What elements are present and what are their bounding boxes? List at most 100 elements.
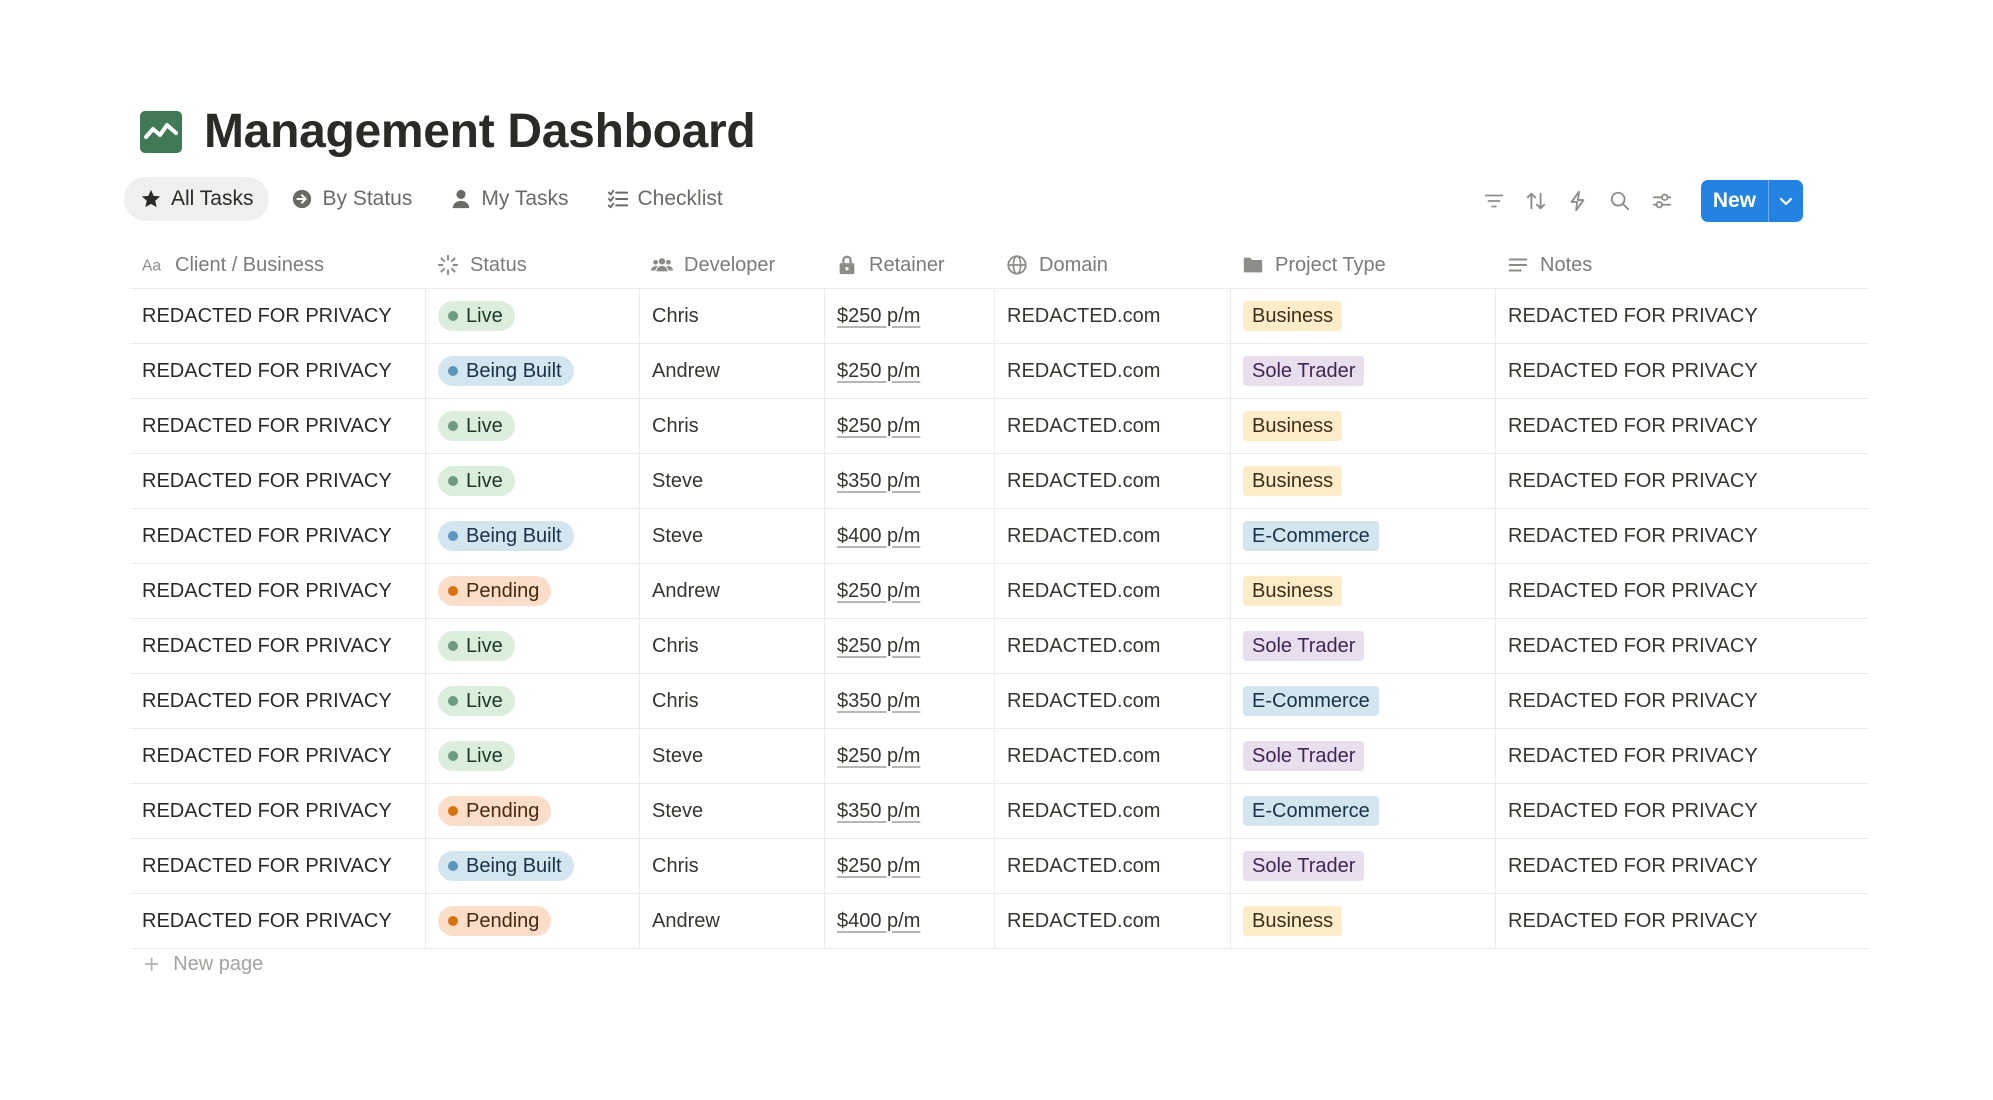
cell-client[interactable]: REDACTED FOR PRIVACY [130, 564, 425, 618]
cell-client[interactable]: REDACTED FOR PRIVACY [130, 674, 425, 728]
cell-developer[interactable]: Chris [639, 399, 824, 453]
cell-status[interactable]: Being Built [425, 509, 639, 563]
table-row[interactable]: REDACTED FOR PRIVACY Being Built Chris $250… [130, 839, 1868, 894]
table-row[interactable]: REDACTED FOR PRIVACY Live Chris $250 p/m RED… [130, 399, 1868, 454]
cell-client[interactable]: REDACTED FOR PRIVACY [130, 289, 425, 343]
cell-domain[interactable]: REDACTED.com [994, 674, 1230, 728]
cell-status[interactable]: Live [425, 619, 639, 673]
cell-notes[interactable]: REDACTED FOR PRIVACY [1495, 564, 1868, 618]
table-row[interactable]: REDACTED FOR PRIVACY Live Chris $250 p/m RED… [130, 619, 1868, 674]
cell-retainer[interactable]: $250 p/m [824, 399, 994, 453]
table-row[interactable]: REDACTED FOR PRIVACY Pending Andrew $250 p/… [130, 564, 1868, 619]
new-page-button[interactable]: + New page [144, 951, 263, 977]
cell-developer[interactable]: Steve [639, 454, 824, 508]
tab-my-tasks[interactable]: My Tasks [434, 177, 584, 221]
cell-project-type[interactable]: Business [1230, 289, 1495, 343]
cell-project-type[interactable]: E-Commerce [1230, 674, 1495, 728]
cell-status[interactable]: Pending [425, 784, 639, 838]
cell-domain[interactable]: REDACTED.com [994, 289, 1230, 343]
cell-developer[interactable]: Andrew [639, 894, 824, 948]
cell-status[interactable]: Pending [425, 564, 639, 618]
cell-domain[interactable]: REDACTED.com [994, 619, 1230, 673]
cell-developer[interactable]: Chris [639, 619, 824, 673]
sort-button[interactable] [1521, 186, 1551, 216]
cell-project-type[interactable]: E-Commerce [1230, 509, 1495, 563]
cell-notes[interactable]: REDACTED FOR PRIVACY [1495, 509, 1868, 563]
cell-retainer[interactable]: $350 p/m [824, 784, 994, 838]
cell-domain[interactable]: REDACTED.com [994, 564, 1230, 618]
view-settings-button[interactable] [1647, 186, 1677, 216]
column-header-notes[interactable]: Notes [1495, 242, 1868, 288]
new-dropdown-button[interactable] [1768, 180, 1803, 222]
cell-domain[interactable]: REDACTED.com [994, 839, 1230, 893]
table-row[interactable]: REDACTED FOR PRIVACY Being Built Andrew $25… [130, 344, 1868, 399]
table-row[interactable]: REDACTED FOR PRIVACY Being Built Steve $400… [130, 509, 1868, 564]
cell-project-type[interactable]: Sole Trader [1230, 839, 1495, 893]
cell-developer[interactable]: Steve [639, 509, 824, 563]
cell-developer[interactable]: Steve [639, 784, 824, 838]
cell-notes[interactable]: REDACTED FOR PRIVACY [1495, 839, 1868, 893]
cell-notes[interactable]: REDACTED FOR PRIVACY [1495, 784, 1868, 838]
cell-domain[interactable]: REDACTED.com [994, 729, 1230, 783]
column-header-developer[interactable]: Developer [639, 242, 824, 288]
cell-status[interactable]: Live [425, 729, 639, 783]
cell-client[interactable]: REDACTED FOR PRIVACY [130, 839, 425, 893]
table-row[interactable]: REDACTED FOR PRIVACY Live Steve $350 p/m RED… [130, 454, 1868, 509]
column-header-domain[interactable]: Domain [994, 242, 1230, 288]
cell-client[interactable]: REDACTED FOR PRIVACY [130, 509, 425, 563]
cell-retainer[interactable]: $250 p/m [824, 564, 994, 618]
cell-retainer[interactable]: $250 p/m [824, 729, 994, 783]
cell-status[interactable]: Live [425, 289, 639, 343]
cell-developer[interactable]: Chris [639, 674, 824, 728]
cell-status[interactable]: Being Built [425, 839, 639, 893]
cell-status[interactable]: Live [425, 674, 639, 728]
cell-notes[interactable]: REDACTED FOR PRIVACY [1495, 454, 1868, 508]
cell-client[interactable]: REDACTED FOR PRIVACY [130, 894, 425, 948]
cell-status[interactable]: Pending [425, 894, 639, 948]
cell-client[interactable]: REDACTED FOR PRIVACY [130, 399, 425, 453]
tab-checklist[interactable]: Checklist [591, 177, 739, 221]
table-row[interactable]: REDACTED FOR PRIVACY Live Chris $250 p/m RED… [130, 289, 1868, 344]
filter-button[interactable] [1479, 186, 1509, 216]
search-button[interactable] [1605, 186, 1635, 216]
column-header-status[interactable]: Status [425, 242, 639, 288]
cell-project-type[interactable]: Business [1230, 564, 1495, 618]
table-row[interactable]: REDACTED FOR PRIVACY Live Steve $250 p/m RED… [130, 729, 1868, 784]
cell-retainer[interactable]: $350 p/m [824, 674, 994, 728]
table-row[interactable]: REDACTED FOR PRIVACY Pending Steve $350 p/m… [130, 784, 1868, 839]
cell-client[interactable]: REDACTED FOR PRIVACY [130, 729, 425, 783]
cell-retainer[interactable]: $350 p/m [824, 454, 994, 508]
column-header-client[interactable]: Aa Client / Business [130, 242, 425, 288]
cell-domain[interactable]: REDACTED.com [994, 454, 1230, 508]
cell-developer[interactable]: Andrew [639, 344, 824, 398]
new-button[interactable]: New [1701, 180, 1768, 222]
tab-all-tasks[interactable]: All Tasks [124, 177, 270, 221]
cell-notes[interactable]: REDACTED FOR PRIVACY [1495, 674, 1868, 728]
automation-button[interactable] [1563, 186, 1593, 216]
cell-client[interactable]: REDACTED FOR PRIVACY [130, 619, 425, 673]
cell-project-type[interactable]: Business [1230, 399, 1495, 453]
column-header-project-type[interactable]: Project Type [1230, 242, 1495, 288]
cell-developer[interactable]: Chris [639, 289, 824, 343]
cell-project-type[interactable]: Sole Trader [1230, 619, 1495, 673]
cell-retainer[interactable]: $400 p/m [824, 894, 994, 948]
cell-retainer[interactable]: $250 p/m [824, 619, 994, 673]
cell-status[interactable]: Being Built [425, 344, 639, 398]
cell-domain[interactable]: REDACTED.com [994, 344, 1230, 398]
cell-project-type[interactable]: E-Commerce [1230, 784, 1495, 838]
cell-project-type[interactable]: Sole Trader [1230, 729, 1495, 783]
cell-project-type[interactable]: Business [1230, 894, 1495, 948]
cell-client[interactable]: REDACTED FOR PRIVACY [130, 454, 425, 508]
table-row[interactable]: REDACTED FOR PRIVACY Live Chris $350 p/m RED… [130, 674, 1868, 729]
cell-domain[interactable]: REDACTED.com [994, 784, 1230, 838]
cell-notes[interactable]: REDACTED FOR PRIVACY [1495, 729, 1868, 783]
cell-project-type[interactable]: Sole Trader [1230, 344, 1495, 398]
cell-developer[interactable]: Chris [639, 839, 824, 893]
cell-status[interactable]: Live [425, 399, 639, 453]
cell-notes[interactable]: REDACTED FOR PRIVACY [1495, 344, 1868, 398]
cell-notes[interactable]: REDACTED FOR PRIVACY [1495, 289, 1868, 343]
column-header-retainer[interactable]: Retainer [824, 242, 994, 288]
cell-retainer[interactable]: $250 p/m [824, 344, 994, 398]
cell-domain[interactable]: REDACTED.com [994, 399, 1230, 453]
cell-notes[interactable]: REDACTED FOR PRIVACY [1495, 399, 1868, 453]
